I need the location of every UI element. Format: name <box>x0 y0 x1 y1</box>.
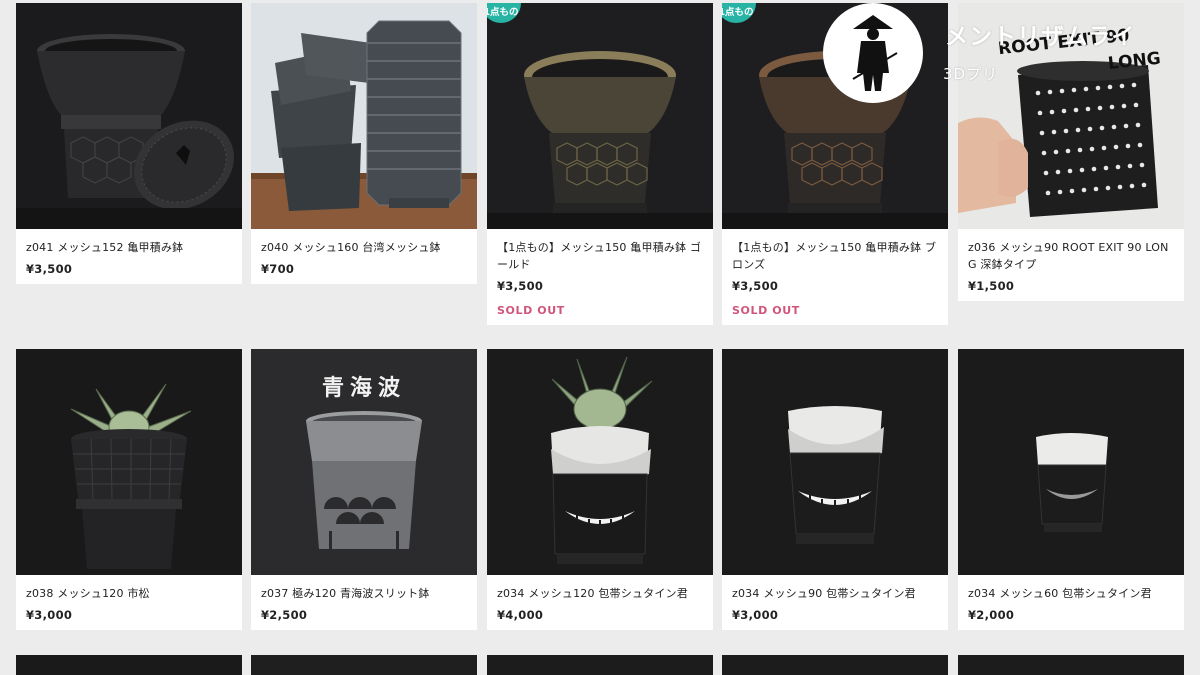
product-card[interactable]: z034 メッシュ60 包帯シュタイン君 ¥2,000 <box>958 349 1184 630</box>
product-title[interactable]: 【1点もの】メッシュ150 亀甲積み鉢 ゴールド <box>497 239 703 273</box>
product-card-partial[interactable] <box>958 655 1184 675</box>
product-price: ¥3,000 <box>26 608 73 622</box>
product-image-agave-checker-pot[interactable] <box>16 349 242 575</box>
product-card[interactable]: z034 メッシュ120 包帯シュタイン君 ¥4,000 <box>487 349 713 630</box>
product-price: ¥3,000 <box>732 608 779 622</box>
product-grid: z041 メッシュ152 亀甲積み鉢 ¥3,500 z040 メッシュ160 台… <box>0 0 1200 675</box>
product-card[interactable]: z034 メッシュ90 包帯シュタイン君 ¥3,000 <box>722 349 948 630</box>
product-title[interactable]: z036 メッシュ90 ROOT EXIT 90 LONG 深鉢タイプ <box>968 239 1174 273</box>
product-price: ¥2,000 <box>968 608 1015 622</box>
product-title[interactable]: z041 メッシュ152 亀甲積み鉢 <box>26 239 232 256</box>
product-image-small-bandage-pot[interactable] <box>958 349 1184 575</box>
product-card-partial[interactable] <box>487 655 713 675</box>
product-image-tall-perforated-pot[interactable]: ROOT EXIT 90 LONG <box>958 3 1184 229</box>
product-title[interactable]: z034 メッシュ90 包帯シュタイン君 <box>732 585 938 602</box>
product-title[interactable]: z038 メッシュ120 市松 <box>26 585 232 602</box>
product-image-bandage-pot[interactable] <box>722 349 948 575</box>
product-price: ¥1,500 <box>968 279 1015 293</box>
product-card[interactable]: ROOT EXIT 90 LONG z036 メッシュ90 ROOT EXIT … <box>958 3 1184 301</box>
product-title[interactable]: z034 メッシュ60 包帯シュタイン君 <box>968 585 1174 602</box>
product-card-partial[interactable] <box>722 655 948 675</box>
product-price: ¥2,500 <box>261 608 308 622</box>
product-image-bronze-pot[interactable]: 1点もの <box>722 3 948 229</box>
product-price: ¥700 <box>261 262 295 276</box>
product-card-partial[interactable] <box>251 655 477 675</box>
product-title[interactable]: z040 メッシュ160 台湾メッシュ鉢 <box>261 239 467 256</box>
product-title[interactable]: z037 極み120 青海波スリット鉢 <box>261 585 467 602</box>
image-text-seigaiha: 青海波 <box>322 375 406 401</box>
sold-out-label: SOLD OUT <box>732 304 800 317</box>
product-card[interactable]: z041 メッシュ152 亀甲積み鉢 ¥3,500 <box>16 3 242 284</box>
product-card[interactable]: 青海波 z037 極み120 青海波スリット鉢 ¥2,500 <box>251 349 477 630</box>
product-price: ¥3,500 <box>497 279 544 293</box>
product-image-bandage-pot-agave[interactable] <box>487 349 713 575</box>
product-price: ¥3,500 <box>732 279 779 293</box>
product-image-black-mesh-pot[interactable] <box>16 3 242 229</box>
product-image-wave-slit-pot[interactable]: 青海波 <box>251 349 477 575</box>
product-price: ¥3,500 <box>26 262 73 276</box>
product-card[interactable]: z040 メッシュ160 台湾メッシュ鉢 ¥700 <box>251 3 477 284</box>
product-card[interactable]: z038 メッシュ120 市松 ¥3,000 <box>16 349 242 630</box>
product-title[interactable]: 【1点もの】メッシュ150 亀甲積み鉢 ブロンズ <box>732 239 938 273</box>
product-card[interactable]: 1点もの 【1点もの】メッシュ150 亀甲積み鉢 ブロンズ ¥3,500 SOL… <box>722 3 948 325</box>
product-card[interactable]: 1点もの 【1点もの】メッシュ150 亀甲積み鉢 ゴールド ¥3,500 SOL… <box>487 3 713 325</box>
product-title[interactable]: z034 メッシュ120 包帯シュタイン君 <box>497 585 703 602</box>
product-image-stacked-pots[interactable] <box>251 3 477 229</box>
product-card-partial[interactable] <box>16 655 242 675</box>
product-price: ¥4,000 <box>497 608 544 622</box>
product-image-gold-pot[interactable]: 1点もの <box>487 3 713 229</box>
sold-out-label: SOLD OUT <box>497 304 565 317</box>
